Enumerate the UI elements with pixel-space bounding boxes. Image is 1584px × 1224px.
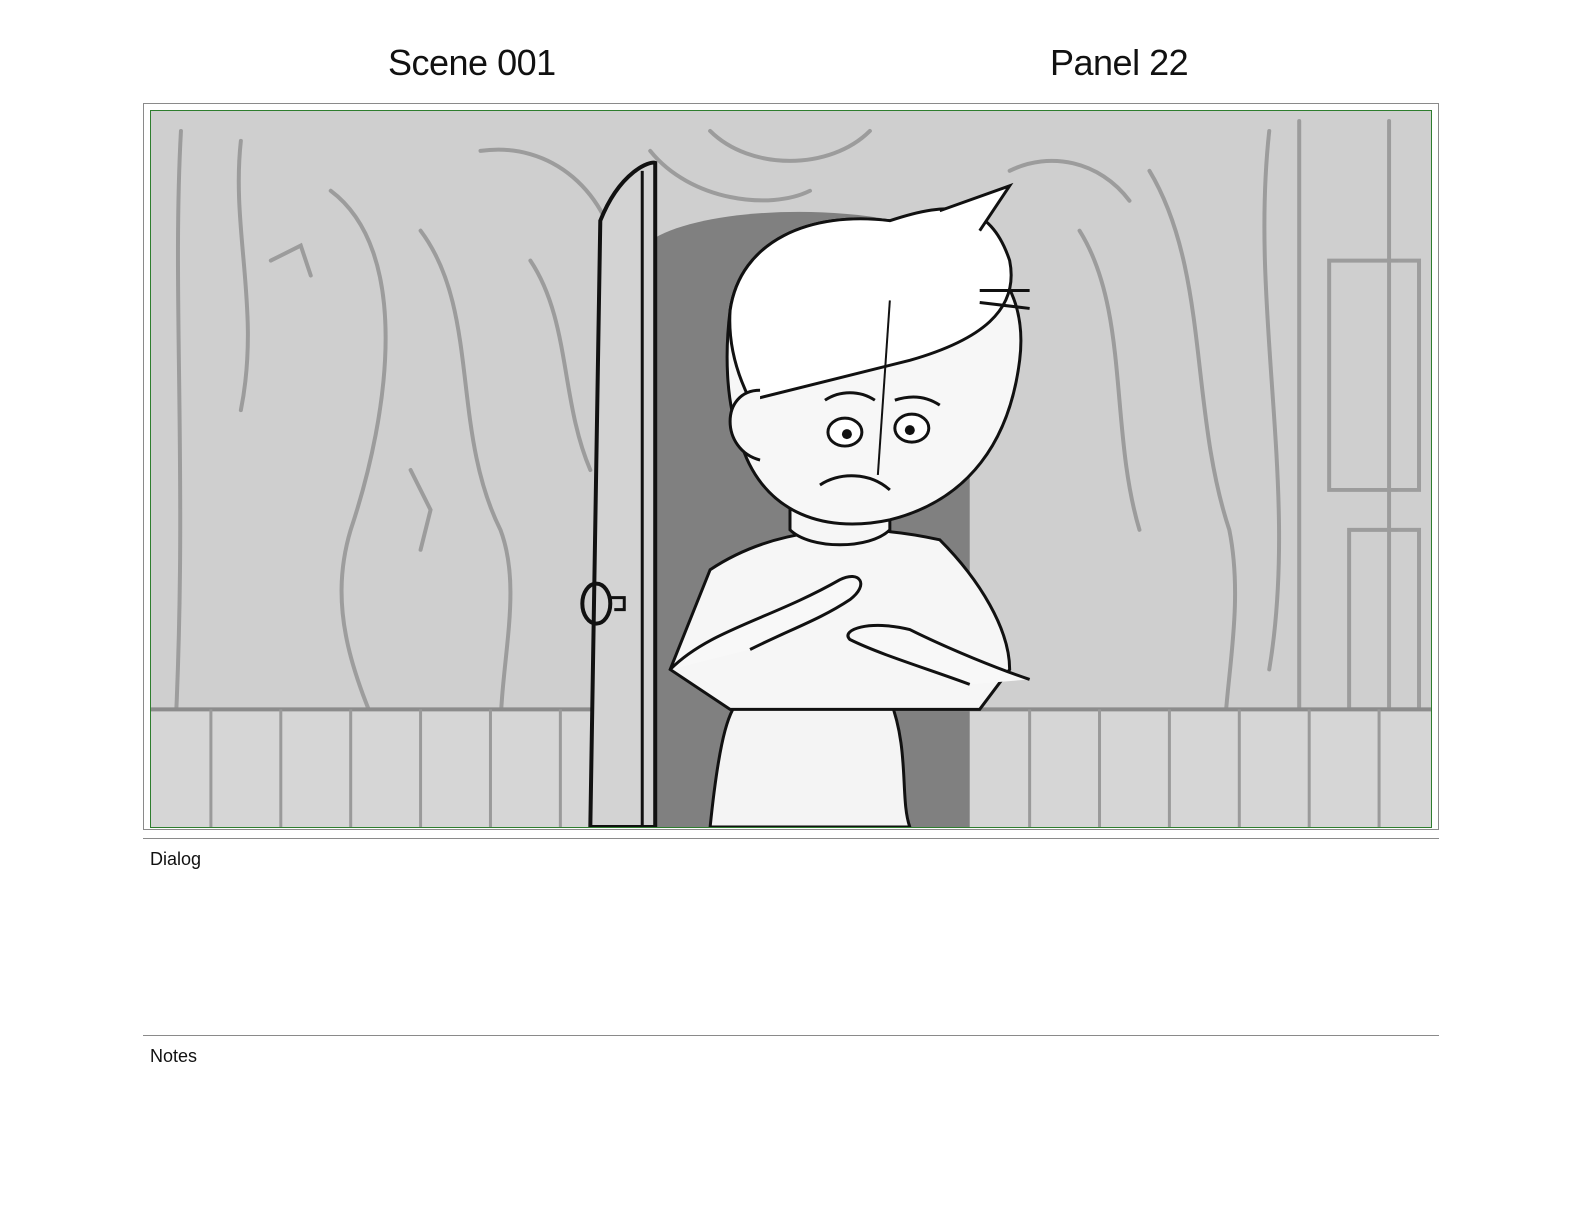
scene-number: Scene 001 [388, 42, 556, 83]
panel-number: Panel 22 [1050, 42, 1189, 83]
notes-divider [143, 1035, 1439, 1036]
storyboard-panel-image [150, 110, 1432, 828]
notes-label: Notes [150, 1046, 198, 1066]
dialog-divider [143, 838, 1439, 839]
dialog-label: Dialog [150, 849, 202, 869]
